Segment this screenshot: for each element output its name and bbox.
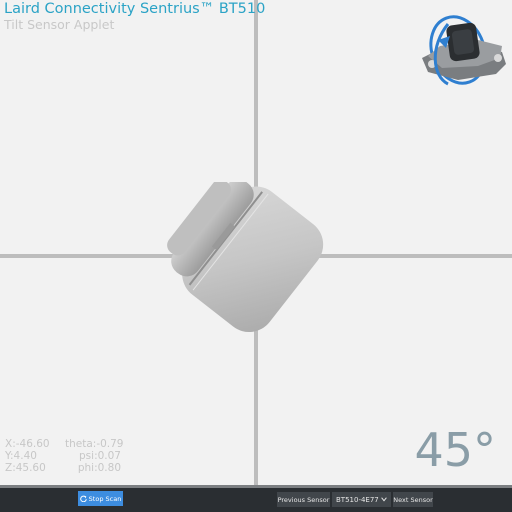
z-readout: Z:45.60 bbox=[5, 462, 46, 474]
next-sensor-button[interactable]: Next Sensor bbox=[393, 492, 433, 507]
sensor-rotation-logo bbox=[422, 15, 506, 86]
chevron-down-icon bbox=[381, 497, 387, 502]
tilt-angle-display: 45° bbox=[414, 423, 496, 477]
orientation-readouts: X:-46.60 theta:-0.79 Y:4.40 psi:0.07 Z:4… bbox=[5, 438, 124, 474]
sensor-select-value: BT510-4E77 bbox=[336, 495, 379, 504]
3d-viewport[interactable]: Laird Connectivity Sentrius™ BT510 Tilt … bbox=[0, 0, 512, 485]
previous-sensor-button[interactable]: Previous Sensor bbox=[277, 492, 330, 507]
page-title: Laird Connectivity Sentrius™ BT510 bbox=[4, 1, 266, 17]
phi-readout: phi:0.80 bbox=[77, 462, 121, 474]
sensor-select[interactable]: BT510-4E77 bbox=[332, 492, 391, 507]
refresh-icon bbox=[79, 495, 87, 502]
sensor-3d-model bbox=[167, 182, 324, 333]
x-readout: X:-46.60 bbox=[5, 438, 50, 450]
y-readout: Y:4.40 bbox=[5, 450, 37, 462]
bottom-toolbar bbox=[0, 485, 512, 512]
page-subtitle: Tilt Sensor Applet bbox=[4, 17, 115, 32]
stop-scan-button[interactable]: Stop Scan bbox=[78, 491, 123, 506]
stop-scan-label: Stop Scan bbox=[88, 494, 122, 503]
psi-readout: psi:0.07 bbox=[79, 450, 121, 462]
theta-readout: theta:-0.79 bbox=[65, 438, 124, 450]
